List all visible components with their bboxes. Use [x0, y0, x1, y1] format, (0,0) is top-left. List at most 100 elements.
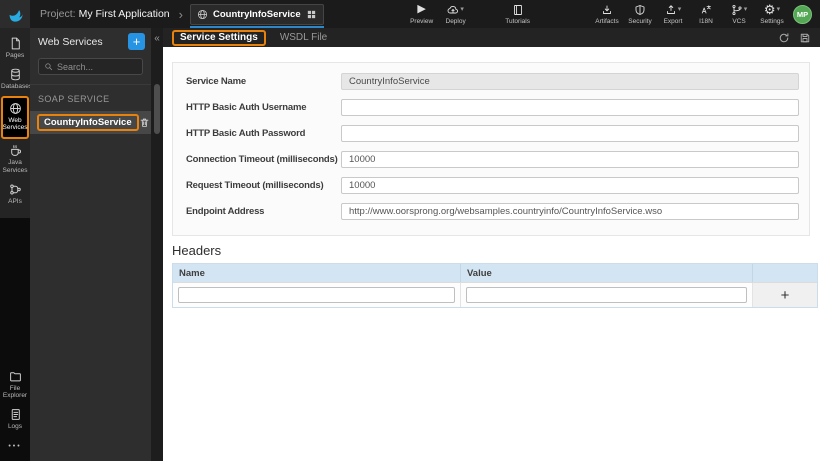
brand-bird-icon	[9, 9, 23, 22]
globe-icon	[9, 102, 21, 114]
search-box	[38, 58, 143, 75]
column-header-actions	[753, 264, 817, 282]
header-value-input[interactable]	[466, 287, 747, 303]
tab-wsdl-file[interactable]: WSDL File	[280, 32, 327, 43]
databases-label: Databases	[1, 82, 33, 90]
branch-icon	[732, 4, 742, 15]
translate-icon	[701, 4, 711, 13]
settings-button[interactable]: ⚙ ▾ Settings	[758, 3, 786, 25]
add-service-button[interactable]: +	[128, 33, 145, 50]
more-options-icon[interactable]: •••	[0, 435, 30, 459]
service-list-item[interactable]: CountryInfoService	[30, 111, 151, 134]
cloud-upload-icon	[447, 5, 459, 13]
caret-down-icon: ▾	[776, 5, 781, 13]
service-tab[interactable]: CountryInfoService	[189, 3, 324, 25]
soap-service-section-label: SOAP SERVICE	[30, 84, 151, 111]
sidebar-item-pages[interactable]: Pages	[0, 33, 30, 64]
http-basic-auth-username-input[interactable]	[341, 98, 799, 116]
tabstrip-actions	[778, 32, 811, 44]
export-button[interactable]: ▾ Export	[659, 3, 687, 25]
vcs-button[interactable]: ▾ VCS	[725, 3, 753, 25]
artifacts-label: Artifacts	[595, 18, 619, 25]
file-explorer-label: File Explorer	[2, 384, 28, 400]
connection-timeout-input[interactable]	[341, 150, 799, 168]
service-item-name[interactable]: CountryInfoService	[37, 114, 139, 131]
user-avatar[interactable]: MP	[793, 4, 812, 24]
headers-table-head: Name Value	[173, 264, 817, 282]
database-icon	[10, 68, 20, 81]
sidebar-item-logs[interactable]: Logs	[0, 404, 30, 435]
i18n-button[interactable]: I18N	[692, 3, 720, 25]
api-connector-icon	[9, 184, 21, 195]
sidebar-item-databases[interactable]: Databases	[0, 64, 33, 95]
panel-edge-strip: «	[151, 28, 163, 461]
globe-icon	[197, 9, 208, 19]
tab-service-settings[interactable]: Service Settings	[172, 29, 266, 46]
content-tabstrip: Service Settings WSDL File	[163, 28, 820, 47]
field-label: Endpoint Address	[186, 205, 265, 217]
sidebar-item-file-explorer[interactable]: File Explorer	[0, 366, 30, 405]
sidebar-item-web-services[interactable]: Web Services	[1, 95, 29, 140]
delete-service-button[interactable]	[139, 117, 150, 128]
panel-scrollbar[interactable]	[154, 84, 160, 134]
save-icon[interactable]	[799, 32, 811, 44]
headers-table-row: +	[173, 282, 817, 307]
panel-title: Web Services	[38, 35, 103, 48]
tutorials-button[interactable]: Tutorials	[504, 3, 532, 25]
breadcrumb: Project: My First Application	[40, 8, 170, 20]
gear-icon: ⚙	[763, 2, 776, 17]
sidebar-item-apis[interactable]: APIs	[0, 179, 30, 210]
form-row: Connection Timeout (milliseconds)	[173, 146, 809, 172]
form-row: HTTP Basic Auth Password	[173, 120, 809, 146]
web-services-panel: Web Services + SOAP SERVICE CountryInfoS…	[30, 28, 151, 461]
collapse-panel-icon[interactable]: «	[154, 34, 160, 44]
form-row: Service Name	[173, 68, 809, 94]
refresh-icon[interactable]	[778, 32, 790, 44]
service-settings-page: Service Name HTTP Basic Auth Username HT…	[163, 47, 820, 461]
panel-header: Web Services +	[30, 28, 151, 55]
endpoint-address-input[interactable]	[341, 202, 799, 220]
log-document-icon	[11, 409, 20, 421]
field-label: Service Name	[186, 75, 246, 87]
left-icon-rail: Pages Databases Web Services Java Servic…	[0, 28, 33, 461]
search-input[interactable]	[57, 61, 137, 72]
service-name-input	[341, 72, 799, 90]
request-timeout-input[interactable]	[341, 176, 799, 194]
deploy-button[interactable]: ▾ Deploy	[442, 3, 470, 26]
field-label: HTTP Basic Auth Password	[186, 127, 306, 139]
book-icon	[513, 4, 522, 15]
vcs-label: VCS	[732, 18, 746, 25]
header-name-cell	[173, 283, 461, 307]
dialog-grid-icon[interactable]	[306, 9, 317, 20]
rail-top-group: Pages Databases Web Services Java Servic…	[0, 28, 33, 218]
sidebar-item-java-services[interactable]: Java Services	[0, 140, 30, 179]
page-icon	[11, 37, 20, 50]
tutorials-label: Tutorials	[505, 18, 530, 25]
form-row: HTTP Basic Auth Username	[173, 94, 809, 120]
export-label: Export	[663, 18, 683, 25]
app-logo[interactable]	[0, 0, 30, 28]
pages-label: Pages	[5, 52, 25, 59]
preview-button[interactable]: ▶ Preview	[408, 3, 436, 26]
add-header-button[interactable]: +	[777, 288, 794, 303]
service-settings-form: Service Name HTTP Basic Auth Username HT…	[172, 62, 810, 236]
topbar-actions-right: Artifacts Security ▾ Export I18N ▾ VCS ⚙…	[593, 3, 786, 25]
settings-label: Settings	[760, 18, 784, 25]
service-tab-wrap: CountryInfoService	[189, 0, 324, 28]
caret-down-icon: ▾	[743, 5, 748, 13]
java-services-label: Java Services	[2, 159, 28, 174]
artifacts-button[interactable]: Artifacts	[593, 3, 621, 25]
field-label: Request Timeout (milliseconds)	[186, 179, 324, 191]
http-basic-auth-password-input[interactable]	[341, 124, 799, 142]
project-name[interactable]: My First Application	[79, 8, 170, 20]
security-label: Security	[628, 18, 652, 25]
deploy-label: Deploy	[445, 18, 466, 25]
rail-bottom-group: File Explorer Logs •••	[0, 366, 30, 461]
form-row: Request Timeout (milliseconds)	[173, 172, 809, 198]
security-button[interactable]: Security	[626, 3, 654, 25]
play-icon: ▶	[417, 3, 426, 15]
header-name-input[interactable]	[178, 287, 455, 303]
web-services-label: Web Services	[2, 116, 28, 132]
field-label: Connection Timeout (milliseconds)	[186, 153, 338, 165]
headers-section-title: Headers	[172, 243, 222, 258]
